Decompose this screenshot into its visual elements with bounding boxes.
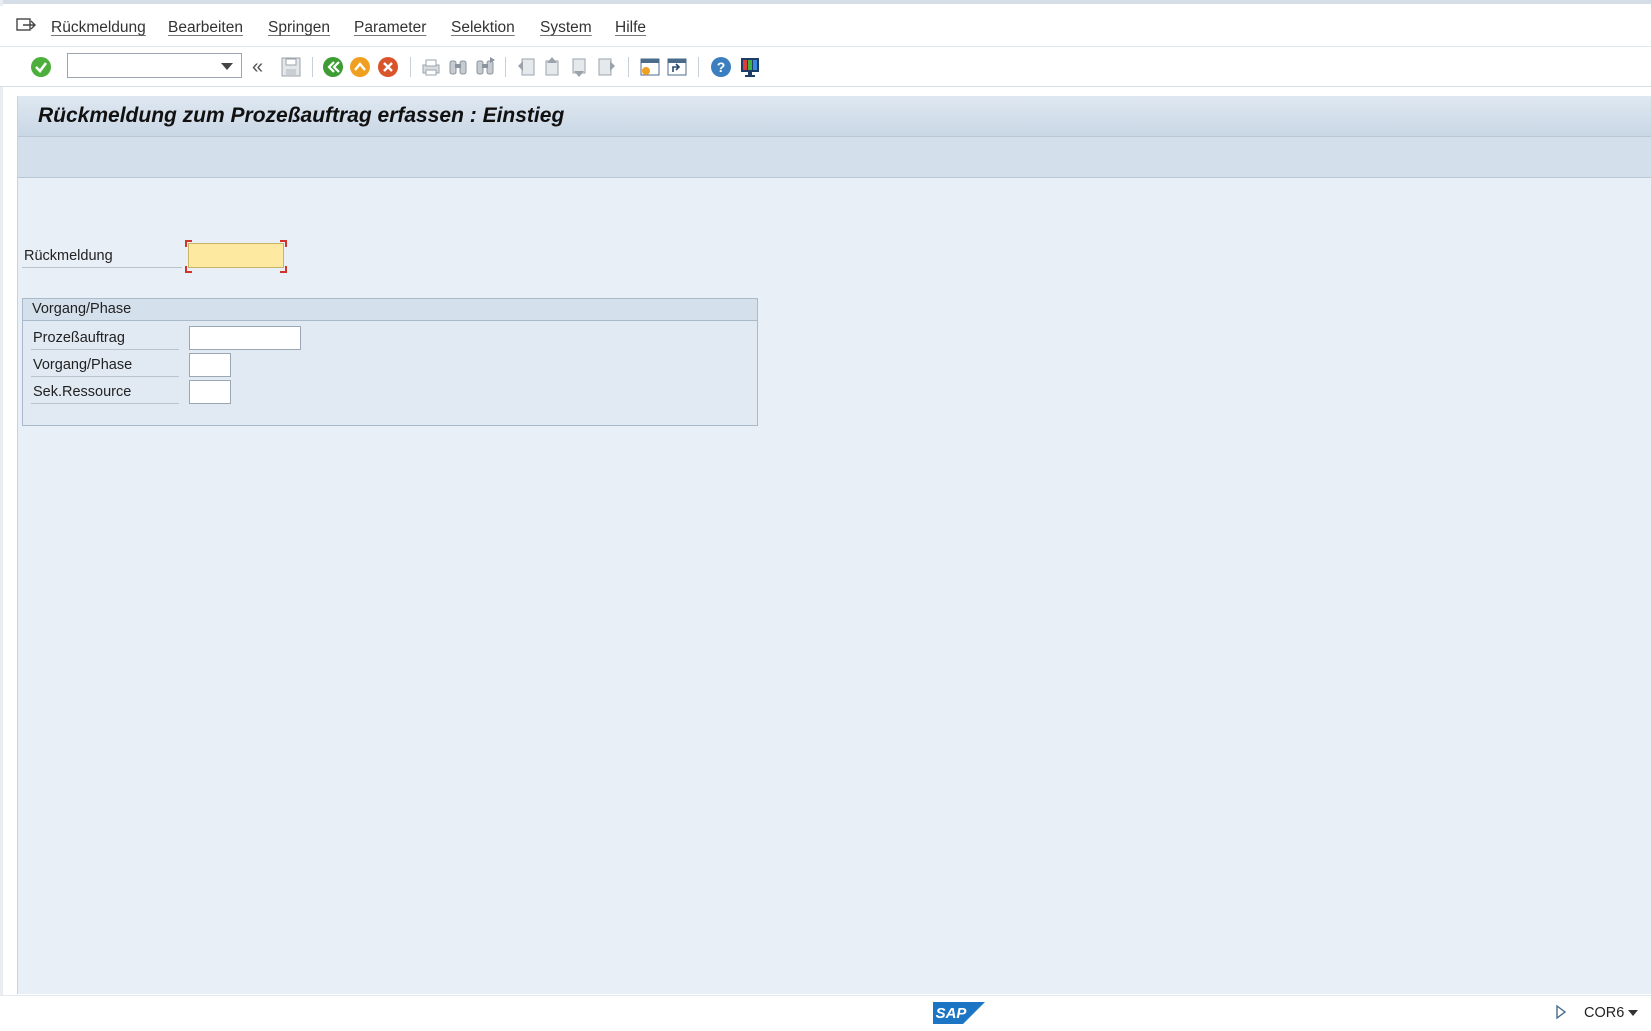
group-title: Vorgang/Phase [32,301,132,317]
command-dropdown-icon[interactable] [221,63,233,70]
focus-corner [280,240,287,247]
svg-text:?: ? [717,59,726,75]
command-field[interactable] [67,53,242,78]
menu-icon[interactable] [15,16,37,34]
prozessauftrag-input[interactable] [189,326,301,350]
focus-corner [280,266,287,273]
label-underline [22,267,182,268]
toolbar-separator [410,57,411,77]
page-title: Rückmeldung zum Prozeßauftrag erfassen :… [38,104,565,127]
exit-icon[interactable] [348,55,372,79]
help-icon[interactable]: ? [709,55,733,79]
menu-rueckmeldung[interactable]: Rückmeldung [51,19,146,37]
find-next-icon[interactable] [473,55,497,79]
menu-bar: Rückmeldung Bearbeiten Springen Paramete… [0,6,1651,47]
cancel-icon[interactable] [376,55,400,79]
new-session-icon[interactable] [638,55,662,79]
menu-hilfe[interactable]: Hilfe [615,19,646,37]
system-info: COR6 [1584,1005,1625,1021]
vorgang-phase-input[interactable] [189,353,231,377]
customize-layout-icon[interactable] [738,55,762,79]
window-left-border [0,0,3,1029]
sap-logo-text: SAP [936,1005,968,1022]
status-play-icon[interactable] [1555,1004,1567,1025]
focus-corner [185,266,192,273]
standard-toolbar: « ? [0,47,1651,87]
previous-page-icon[interactable] [541,55,565,79]
vorgang-phase-group: Vorgang/Phase Prozeßauftrag Vorgang/Phas… [22,298,758,426]
label-underline [31,349,179,350]
toolbar-separator [628,57,629,77]
application-toolbar [18,137,1651,178]
menu-bearbeiten[interactable]: Bearbeiten [168,19,243,37]
label-underline [31,376,179,377]
focus-corner [185,240,192,247]
sek-ressource-label: Sek.Ressource [33,384,132,400]
menu-system[interactable]: System [540,19,592,37]
menu-springen[interactable]: Springen [268,19,330,37]
rueckmeldung-input[interactable] [188,243,284,268]
print-icon[interactable] [419,55,443,79]
menu-parameter[interactable]: Parameter [354,19,426,37]
vorgang-phase-label: Vorgang/Phase [33,357,133,373]
title-bar: Rückmeldung zum Prozeßauftrag erfassen :… [18,96,1651,137]
enter-icon[interactable] [29,55,53,79]
work-area: Rückmeldung zum Prozeßauftrag erfassen :… [17,96,1651,994]
back-icon[interactable] [321,55,345,79]
menu-selektion[interactable]: Selektion [451,19,515,37]
toolbar-separator [312,57,313,77]
rueckmeldung-label: Rückmeldung [24,248,113,264]
next-page-icon[interactable] [568,55,592,79]
toolbar-separator [505,57,506,77]
sap-logo: SAP [933,1000,985,1026]
label-underline [31,403,179,404]
save-icon[interactable] [279,55,303,79]
system-info-dropdown-icon[interactable] [1628,1010,1638,1016]
collapse-command-icon[interactable]: « [252,56,276,80]
shortcut-icon[interactable] [665,55,689,79]
group-header: Vorgang/Phase [23,299,757,321]
find-icon[interactable] [446,55,470,79]
sek-ressource-input[interactable] [189,380,231,404]
window-top-border [0,0,1651,4]
status-bar: SAP COR6 [0,995,1651,1030]
first-page-icon[interactable] [514,55,538,79]
toolbar-separator [698,57,699,77]
last-page-icon[interactable] [595,55,619,79]
prozessauftrag-label: Prozeßauftrag [33,330,125,346]
